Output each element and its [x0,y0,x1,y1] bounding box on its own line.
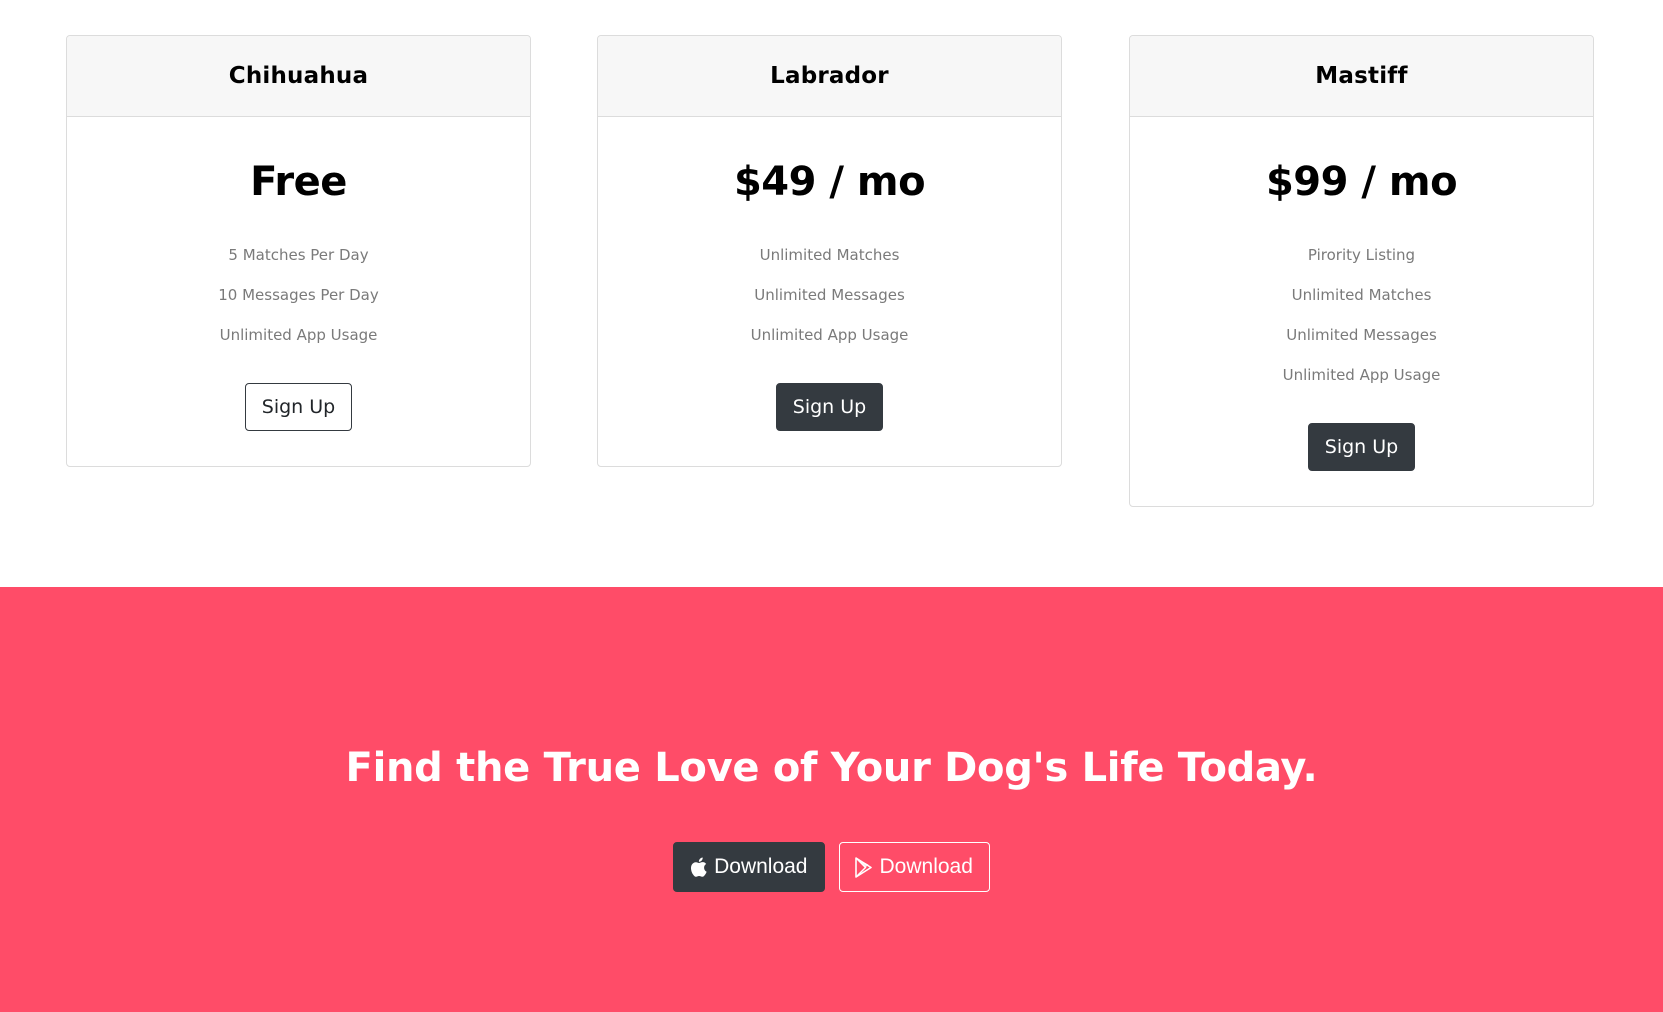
google-play-download-label: Download [879,855,973,878]
feature-item: Pirority Listing [1307,246,1416,264]
card-body: $99 / mo Pirority Listing Unlimited Matc… [1130,157,1593,471]
sign-up-button[interactable]: Sign Up [244,383,353,431]
feature-item: Unlimited Matches [1291,286,1432,304]
page: Chihuahua Free 5 Matches Per Day 10 Mess… [0,0,1663,1012]
card-header: Chihuahua [67,36,530,117]
card-header: Mastiff [1130,36,1593,117]
plan-name: Labrador [770,63,889,89]
apple-download-button[interactable]: Download [673,842,825,892]
feature-item: Unlimited Messages [754,286,905,304]
feature-item: 5 Matches Per Day [228,246,369,264]
apple-download-label: Download [714,855,808,878]
plan-name: Mastiff [1315,63,1408,89]
pricing-card-labrador: Labrador $49 / mo Unlimited Matches Unli… [597,35,1062,467]
card-body: Free 5 Matches Per Day 10 Messages Per D… [67,157,530,431]
feature-item: Unlimited Messages [1286,326,1437,344]
card-body: $49 / mo Unlimited Matches Unlimited Mes… [598,157,1061,431]
cta-title: Find the True Love of Your Dog's Life To… [345,745,1318,791]
plan-price: $49 / mo [733,159,926,205]
pricing-section: Chihuahua Free 5 Matches Per Day 10 Mess… [0,0,1663,587]
apple-icon [688,856,708,878]
sign-up-button[interactable]: Sign Up [1307,423,1416,471]
feature-list: 5 Matches Per Day 10 Messages Per Day Un… [67,235,530,355]
pricing-card-mastiff: Mastiff $99 / mo Pirority Listing Unlimi… [1129,35,1594,507]
feature-item: Unlimited App Usage [750,326,909,344]
download-buttons: Download Download [0,842,1663,892]
google-play-icon [854,856,874,878]
feature-item: 10 Messages Per Day [218,286,379,304]
plan-price: Free [250,159,347,205]
plan-price: $99 / mo [1265,159,1458,205]
feature-item: Unlimited App Usage [219,326,378,344]
pricing-card-chihuahua: Chihuahua Free 5 Matches Per Day 10 Mess… [66,35,531,467]
plan-name: Chihuahua [228,63,369,89]
feature-item: Unlimited App Usage [1282,366,1441,384]
sign-up-button[interactable]: Sign Up [775,383,884,431]
cta-section: Find the True Love of Your Dog's Life To… [0,587,1663,1012]
feature-list: Unlimited Matches Unlimited Messages Unl… [598,235,1061,355]
feature-item: Unlimited Matches [759,246,900,264]
google-play-download-button[interactable]: Download [838,842,990,892]
feature-list: Pirority Listing Unlimited Matches Unlim… [1130,235,1593,395]
card-header: Labrador [598,36,1061,117]
